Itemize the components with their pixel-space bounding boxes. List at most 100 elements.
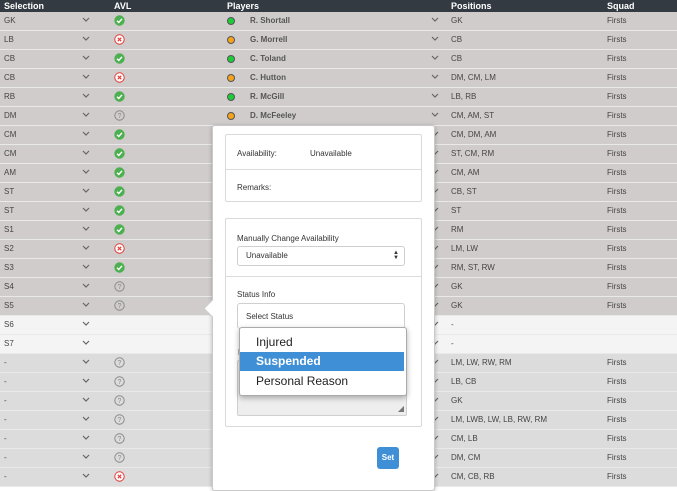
positions-value: GK	[451, 301, 463, 310]
chevron-down-icon[interactable]	[82, 240, 92, 258]
selection-value: S4	[4, 282, 14, 291]
chevron-down-icon[interactable]	[431, 31, 441, 49]
option-label: Personal Reason	[256, 374, 349, 388]
player-name: C. Toland	[250, 54, 286, 63]
header-players[interactable]: Players	[227, 0, 259, 12]
chevron-down-icon[interactable]	[82, 449, 92, 467]
selection-value: LB	[4, 35, 14, 44]
selection-value: ST	[4, 187, 15, 196]
availability-card: Availability: Unavailable Remarks:	[225, 134, 422, 202]
selection-value: S6	[4, 320, 14, 329]
selection-value: -	[4, 415, 7, 424]
positions-value: RM, ST, RW	[451, 263, 495, 272]
chevron-down-icon[interactable]	[431, 69, 441, 87]
selection-value: CB	[4, 73, 16, 82]
selection-value: GK	[4, 16, 16, 25]
chevron-down-icon[interactable]	[82, 259, 92, 277]
positions-value: GK	[451, 16, 463, 25]
chevron-down-icon[interactable]	[82, 12, 92, 30]
player-name: D. McFeeley	[250, 111, 297, 120]
table-row: CB C. Hutton DM, CM, LM Firsts	[0, 69, 677, 88]
svg-text:?: ?	[118, 113, 122, 120]
squad-value: Firsts	[607, 130, 627, 139]
chevron-down-icon[interactable]	[82, 31, 92, 49]
chevron-down-icon[interactable]	[82, 430, 92, 448]
positions-value: RM	[451, 225, 464, 234]
svg-text:?: ?	[118, 303, 122, 310]
squad-value: Firsts	[607, 111, 627, 120]
chevron-down-icon[interactable]	[82, 392, 92, 410]
status-dot	[227, 74, 235, 82]
chevron-down-icon[interactable]	[431, 12, 441, 30]
chevron-down-icon[interactable]	[82, 88, 92, 106]
positions-value: DM, CM, LM	[451, 73, 496, 82]
header-selection[interactable]: Selection	[4, 0, 44, 12]
squad-value: Firsts	[607, 187, 627, 196]
chevron-down-icon[interactable]	[82, 145, 92, 163]
positions-value: CM, DM, AM	[451, 130, 497, 139]
squad-value: Firsts	[607, 206, 627, 215]
positions-value: GK	[451, 282, 463, 291]
selection-value: -	[4, 434, 7, 443]
divider	[226, 276, 421, 277]
chevron-down-icon[interactable]	[82, 297, 92, 315]
selection-value: CB	[4, 54, 16, 63]
chevron-down-icon[interactable]	[82, 221, 92, 239]
squad-value: Firsts	[607, 73, 627, 82]
squad-value: Firsts	[607, 244, 627, 253]
header-avl[interactable]: AVL	[114, 0, 131, 12]
svg-text:?: ?	[118, 379, 122, 386]
option-suspended[interactable]: Suspended	[240, 352, 404, 371]
question-icon: ?	[114, 373, 126, 391]
table-header: Selection AVL Players Positions Squad	[0, 0, 677, 12]
chevron-down-icon[interactable]	[431, 88, 441, 106]
squad-value: Firsts	[607, 434, 627, 443]
cross-icon	[114, 69, 126, 87]
table-row: GK R. Shortall GK Firsts	[0, 12, 677, 31]
positions-value: CB	[451, 35, 463, 44]
chevron-down-icon[interactable]	[82, 278, 92, 296]
positions-value: CM, LB	[451, 434, 478, 443]
availability-select[interactable]: Unavailable ▲ ▼	[237, 246, 405, 266]
chevron-down-icon[interactable]	[82, 202, 92, 220]
chevron-down-icon[interactable]	[431, 107, 441, 125]
squad-value: Firsts	[607, 472, 627, 481]
question-icon: ?	[114, 392, 126, 410]
status-select[interactable]: Select Status	[237, 303, 405, 329]
squad-value: Firsts	[607, 16, 627, 25]
selection-value: S2	[4, 244, 14, 253]
question-icon: ?	[114, 430, 126, 448]
option-injured[interactable]: Injured	[240, 333, 404, 352]
chevron-down-icon[interactable]	[82, 164, 92, 182]
chevron-down-icon[interactable]	[82, 373, 92, 391]
remarks-label: Remarks:	[237, 183, 272, 192]
chevron-down-icon[interactable]	[82, 468, 92, 486]
chevron-down-icon[interactable]	[82, 354, 92, 372]
check-icon	[114, 50, 126, 68]
squad-value: Firsts	[607, 301, 627, 310]
status-dot	[227, 93, 235, 101]
set-button[interactable]: Set	[377, 447, 399, 469]
positions-value: ST, CM, RM	[451, 149, 495, 158]
selection-value: S1	[4, 225, 14, 234]
chevron-down-icon[interactable]	[82, 50, 92, 68]
header-positions[interactable]: Positions	[451, 0, 492, 12]
option-personal-reason[interactable]: Personal Reason	[240, 372, 404, 391]
chevron-down-icon[interactable]	[82, 183, 92, 201]
chevron-down-icon[interactable]	[82, 126, 92, 144]
question-icon: ?	[114, 411, 126, 429]
selection-value: CM	[4, 149, 17, 158]
chevron-down-icon[interactable]	[82, 335, 92, 353]
manual-change-label: Manually Change Availability	[237, 234, 339, 243]
selection-value: CM	[4, 130, 17, 139]
header-squad[interactable]: Squad	[607, 0, 635, 12]
positions-value: DM, CM	[451, 453, 481, 462]
chevron-down-icon[interactable]	[82, 107, 92, 125]
player-name: R. McGill	[250, 92, 285, 101]
resize-handle-icon[interactable]: ◢	[398, 404, 404, 413]
chevron-down-icon[interactable]	[82, 316, 92, 334]
chevron-down-icon[interactable]	[82, 69, 92, 87]
status-dot	[227, 112, 235, 120]
chevron-down-icon[interactable]	[431, 50, 441, 68]
chevron-down-icon[interactable]	[82, 411, 92, 429]
